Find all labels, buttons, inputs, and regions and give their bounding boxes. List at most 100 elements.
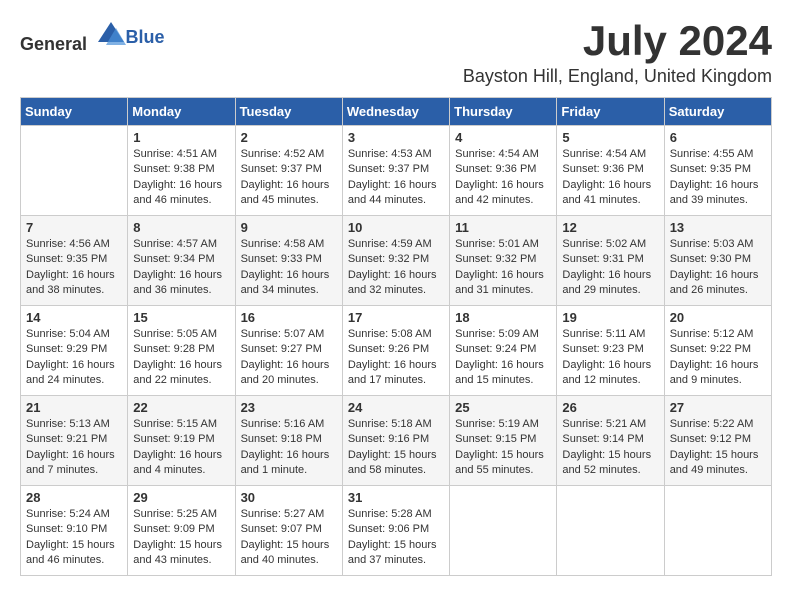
calendar-cell: 22 Sunrise: 5:15 AMSunset: 9:19 PMDayligh… bbox=[128, 396, 235, 486]
day-number: 10 bbox=[348, 220, 444, 235]
calendar-table: SundayMondayTuesdayWednesdayThursdayFrid… bbox=[20, 97, 772, 576]
day-info: Sunrise: 4:53 AMSunset: 9:37 PMDaylight:… bbox=[348, 147, 444, 209]
day-number: 1 bbox=[133, 130, 229, 145]
day-number: 28 bbox=[26, 490, 122, 505]
calendar-week-row: 1 Sunrise: 4:51 AMSunset: 9:38 PMDaylight… bbox=[21, 126, 772, 216]
day-info: Sunrise: 4:54 AMSunset: 9:36 PMDaylight:… bbox=[562, 147, 658, 209]
logo-blue-text: Blue bbox=[126, 27, 165, 47]
calendar-cell: 17Sunrise: 5:08 AMSunset: 9:26 PMDayligh… bbox=[342, 306, 449, 396]
day-info: Sunrise: 5:21 AMSunset: 9:14 PMDaylight:… bbox=[562, 417, 658, 479]
calendar-cell: 26Sunrise: 5:21 AMSunset: 9:14 PMDayligh… bbox=[557, 396, 664, 486]
calendar-header-row: SundayMondayTuesdayWednesdayThursdayFrid… bbox=[21, 98, 772, 126]
day-info: Sunrise: 5:13 AMSunset: 9:21 PMDaylight:… bbox=[26, 417, 122, 479]
day-info: Sunrise: 5:28 AMSunset: 9:06 PMDaylight:… bbox=[348, 507, 444, 569]
day-info: Sunrise: 5:24 AMSunset: 9:10 PMDaylight:… bbox=[26, 507, 122, 569]
day-number: 31 bbox=[348, 490, 444, 505]
day-info: Sunrise: 4:51 AMSunset: 9:38 PMDaylight:… bbox=[133, 147, 229, 209]
day-number: 2 bbox=[241, 130, 337, 145]
day-number: 7 bbox=[26, 220, 122, 235]
day-info: Sunrise: 5:03 AMSunset: 9:30 PMDaylight:… bbox=[670, 237, 766, 299]
calendar-cell: 10 Sunrise: 4:59 AMSunset: 9:32 PMDayligh… bbox=[342, 216, 449, 306]
calendar-cell: 7 Sunrise: 4:56 AMSunset: 9:35 PMDaylight… bbox=[21, 216, 128, 306]
day-info: Sunrise: 5:25 AMSunset: 9:09 PMDaylight:… bbox=[133, 507, 229, 569]
day-number: 11 bbox=[455, 220, 551, 235]
day-number: 16 bbox=[241, 310, 337, 325]
day-number: 18 bbox=[455, 310, 551, 325]
calendar-header-friday: Friday bbox=[557, 98, 664, 126]
calendar-header-thursday: Thursday bbox=[450, 98, 557, 126]
calendar-cell bbox=[557, 486, 664, 576]
calendar-cell bbox=[664, 486, 771, 576]
day-number: 20 bbox=[670, 310, 766, 325]
day-number: 21 bbox=[26, 400, 122, 415]
logo-general-text: General bbox=[20, 34, 87, 54]
calendar-cell: 25Sunrise: 5:19 AMSunset: 9:15 PMDayligh… bbox=[450, 396, 557, 486]
day-info: Sunrise: 5:15 AMSunset: 9:19 PMDaylight:… bbox=[133, 417, 229, 479]
calendar-week-row: 7 Sunrise: 4:56 AMSunset: 9:35 PMDaylight… bbox=[21, 216, 772, 306]
calendar-cell: 14Sunrise: 5:04 AMSunset: 9:29 PMDayligh… bbox=[21, 306, 128, 396]
calendar-cell: 15 Sunrise: 5:05 AMSunset: 9:28 PMDayligh… bbox=[128, 306, 235, 396]
location-subtitle: Bayston Hill, England, United Kingdom bbox=[463, 66, 772, 87]
calendar-cell: 20 Sunrise: 5:12 AMSunset: 9:22 PMDayligh… bbox=[664, 306, 771, 396]
calendar-cell: 28 Sunrise: 5:24 AMSunset: 9:10 PMDayligh… bbox=[21, 486, 128, 576]
calendar-week-row: 14Sunrise: 5:04 AMSunset: 9:29 PMDayligh… bbox=[21, 306, 772, 396]
day-info: Sunrise: 5:18 AMSunset: 9:16 PMDaylight:… bbox=[348, 417, 444, 479]
day-number: 5 bbox=[562, 130, 658, 145]
day-info: Sunrise: 5:04 AMSunset: 9:29 PMDaylight:… bbox=[26, 327, 122, 389]
day-info: Sunrise: 5:11 AMSunset: 9:23 PMDaylight:… bbox=[562, 327, 658, 389]
day-info: Sunrise: 4:52 AMSunset: 9:37 PMDaylight:… bbox=[241, 147, 337, 209]
calendar-cell: 9 Sunrise: 4:58 AMSunset: 9:33 PMDaylight… bbox=[235, 216, 342, 306]
day-info: Sunrise: 5:16 AMSunset: 9:18 PMDaylight:… bbox=[241, 417, 337, 479]
day-info: Sunrise: 4:56 AMSunset: 9:35 PMDaylight:… bbox=[26, 237, 122, 299]
day-info: Sunrise: 5:07 AMSunset: 9:27 PMDaylight:… bbox=[241, 327, 337, 389]
calendar-header-tuesday: Tuesday bbox=[235, 98, 342, 126]
calendar-cell: 23 Sunrise: 5:16 AMSunset: 9:18 PMDayligh… bbox=[235, 396, 342, 486]
day-number: 12 bbox=[562, 220, 658, 235]
day-info: Sunrise: 5:19 AMSunset: 9:15 PMDaylight:… bbox=[455, 417, 551, 479]
calendar-cell: 31 Sunrise: 5:28 AMSunset: 9:06 PMDayligh… bbox=[342, 486, 449, 576]
calendar-cell: 29 Sunrise: 5:25 AMSunset: 9:09 PMDayligh… bbox=[128, 486, 235, 576]
calendar-cell: 21 Sunrise: 5:13 AMSunset: 9:21 PMDayligh… bbox=[21, 396, 128, 486]
calendar-cell: 13Sunrise: 5:03 AMSunset: 9:30 PMDayligh… bbox=[664, 216, 771, 306]
calendar-cell: 19 Sunrise: 5:11 AMSunset: 9:23 PMDayligh… bbox=[557, 306, 664, 396]
calendar-cell: 16 Sunrise: 5:07 AMSunset: 9:27 PMDayligh… bbox=[235, 306, 342, 396]
calendar-cell: 11 Sunrise: 5:01 AMSunset: 9:32 PMDayligh… bbox=[450, 216, 557, 306]
calendar-body: 1 Sunrise: 4:51 AMSunset: 9:38 PMDaylight… bbox=[21, 126, 772, 576]
day-number: 3 bbox=[348, 130, 444, 145]
calendar-cell bbox=[21, 126, 128, 216]
day-number: 30 bbox=[241, 490, 337, 505]
day-info: Sunrise: 4:59 AMSunset: 9:32 PMDaylight:… bbox=[348, 237, 444, 299]
day-number: 29 bbox=[133, 490, 229, 505]
calendar-cell: 4Sunrise: 4:54 AMSunset: 9:36 PMDaylight… bbox=[450, 126, 557, 216]
day-number: 17 bbox=[348, 310, 444, 325]
day-info: Sunrise: 4:55 AMSunset: 9:35 PMDaylight:… bbox=[670, 147, 766, 209]
day-info: Sunrise: 4:54 AMSunset: 9:36 PMDaylight:… bbox=[455, 147, 551, 209]
calendar-cell: 6 Sunrise: 4:55 AMSunset: 9:35 PMDaylight… bbox=[664, 126, 771, 216]
day-info: Sunrise: 5:01 AMSunset: 9:32 PMDaylight:… bbox=[455, 237, 551, 299]
day-number: 19 bbox=[562, 310, 658, 325]
calendar-cell: 12Sunrise: 5:02 AMSunset: 9:31 PMDayligh… bbox=[557, 216, 664, 306]
day-number: 23 bbox=[241, 400, 337, 415]
day-info: Sunrise: 5:12 AMSunset: 9:22 PMDaylight:… bbox=[670, 327, 766, 389]
calendar-header-wednesday: Wednesday bbox=[342, 98, 449, 126]
day-info: Sunrise: 5:27 AMSunset: 9:07 PMDaylight:… bbox=[241, 507, 337, 569]
day-number: 24 bbox=[348, 400, 444, 415]
calendar-cell: 3 Sunrise: 4:53 AMSunset: 9:37 PMDaylight… bbox=[342, 126, 449, 216]
day-number: 6 bbox=[670, 130, 766, 145]
day-number: 8 bbox=[133, 220, 229, 235]
calendar-header-saturday: Saturday bbox=[664, 98, 771, 126]
calendar-cell: 27Sunrise: 5:22 AMSunset: 9:12 PMDayligh… bbox=[664, 396, 771, 486]
day-info: Sunrise: 5:05 AMSunset: 9:28 PMDaylight:… bbox=[133, 327, 229, 389]
calendar-week-row: 21 Sunrise: 5:13 AMSunset: 9:21 PMDayligh… bbox=[21, 396, 772, 486]
calendar-cell: 8Sunrise: 4:57 AMSunset: 9:34 PMDaylight… bbox=[128, 216, 235, 306]
day-number: 27 bbox=[670, 400, 766, 415]
day-info: Sunrise: 4:58 AMSunset: 9:33 PMDaylight:… bbox=[241, 237, 337, 299]
calendar-header-sunday: Sunday bbox=[21, 98, 128, 126]
day-number: 22 bbox=[133, 400, 229, 415]
day-number: 9 bbox=[241, 220, 337, 235]
logo-icon bbox=[96, 20, 126, 50]
calendar-cell: 18Sunrise: 5:09 AMSunset: 9:24 PMDayligh… bbox=[450, 306, 557, 396]
calendar-cell bbox=[450, 486, 557, 576]
logo: General Blue bbox=[20, 20, 165, 55]
day-number: 15 bbox=[133, 310, 229, 325]
